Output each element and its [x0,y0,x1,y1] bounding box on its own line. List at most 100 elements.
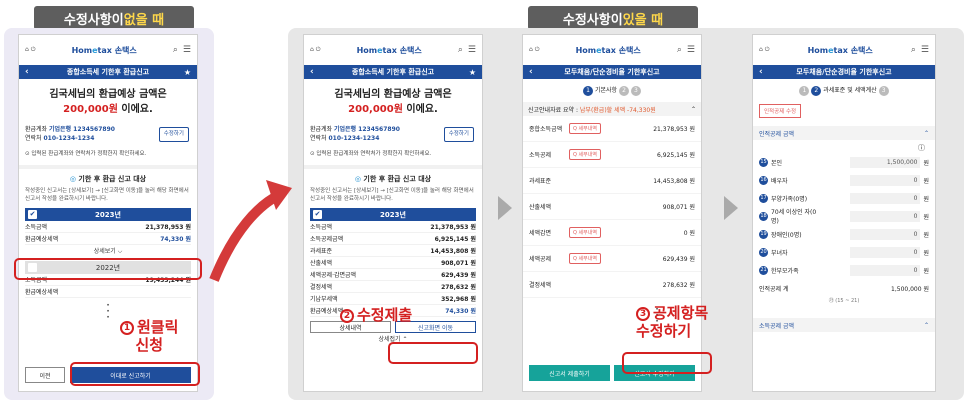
menu-icon[interactable]: ☰ [921,45,929,55]
chevron-up-icon[interactable]: ⌃ [924,322,929,329]
callout-edit-deductions: 3 공제항목 수정하기 [636,304,708,340]
checkbox-icon[interactable]: ✔ [313,210,322,219]
row-value: 6,925,145 원 [434,236,476,243]
row-value: 629,439 원 [662,256,695,263]
amount-field[interactable]: 0 [850,192,921,204]
phone-label: 연락처 [25,135,44,142]
amount-field[interactable]: 0 [850,246,921,258]
list-item: 18 70세 이상인 자(0명) 0 원 [753,207,935,225]
detail-tag[interactable]: Q 세부내역 [569,227,601,238]
home-logout[interactable]: ⌂ ⏻ [25,46,35,54]
callout-text: 원클릭 신청 [135,318,179,354]
red-arrow-icon [209,180,292,282]
submit-return-button[interactable]: 신고서 제출하기 [529,365,610,381]
hometax-logo[interactable]: Hometax 손택스 [576,45,641,56]
highlight-move-button [388,342,478,364]
detail-toggle[interactable]: 상세보기 ⌵ [19,245,197,259]
amount-field[interactable]: 1,500,000 [850,156,921,168]
back-icon[interactable]: ‹ [529,67,533,77]
row-label: 환급예상세액 [25,289,59,296]
year-2023-header[interactable]: ✔ 2023년 [25,208,191,221]
section-label: 소득공제 금액 [759,322,795,330]
list-item: 세액공제 Q 세부내역 629,439 원 [523,246,701,272]
list-item: 과세표준 14,453,808 원 [523,168,701,194]
step-dot: 1 [799,86,810,96]
amount-field[interactable]: 0 [850,264,921,276]
nav-bar: ‹ 종합소득세 기한후 환급신고 ★ [304,65,482,79]
amount-field[interactable]: 0 [850,174,921,186]
back-icon[interactable]: ‹ [759,67,763,77]
year-2023-header[interactable]: ✔ 2023년 [310,208,476,221]
list-item: 산출세액 908,071 원 [523,194,701,220]
hometax-logo[interactable]: Hometax 손택스 [72,45,137,56]
list-item: 세액감면 Q 세부내역 0 원 [523,220,701,246]
unit-label: 원 [923,177,929,185]
list-item: 20 부녀자 0 원 [753,243,935,261]
top-bar: ⌂ ⏻ Hometax 손택스 ⌕ ☰ [304,35,482,65]
star-icon[interactable]: ★ [469,68,476,77]
section-personal-deduction[interactable]: 인적공제 금액 ⌃ [753,126,935,140]
row-label: 소득금액 [25,224,48,231]
summary-bar[interactable]: 신고안내자료 요약 : 납부(환급)할 세액 -74,330원 ⌃ [523,102,701,116]
star-icon[interactable]: ★ [184,68,191,77]
section-income-deduction[interactable]: 소득공제 금액 ⌃ [753,318,935,332]
home-logout[interactable]: ⌂ ⏻ [310,46,320,54]
help-icon[interactable]: ⓘ [753,140,935,153]
detail-tag[interactable]: Q 세부내역 [569,253,601,264]
edit-button[interactable]: 수정하기 [158,127,189,142]
row-label: 장애인(0명) [771,231,802,239]
row-value: 278,632 원 [441,284,476,291]
row-value: 629,439 원 [441,272,476,279]
checkbox-icon[interactable]: ✔ [28,210,37,219]
menu-icon[interactable]: ☰ [183,45,191,55]
personal-deduction-edit-tag[interactable]: 인적공제 수정 [759,104,802,118]
nav-bar: ‹ 모두채움/단순경비율 기한후신고 [523,65,701,79]
row-value: 6,925,145 원 [657,152,695,159]
search-icon[interactable]: ⌕ [458,45,463,55]
search-icon[interactable]: ⌕ [677,45,682,55]
home-logout[interactable]: ⌂ ⏻ [529,46,539,54]
banner-highlight: 있을 때 [622,12,664,28]
row-label: 한부모가족 [771,267,799,275]
chevron-up-icon[interactable]: ⌃ [691,106,696,113]
home-logout[interactable]: ⌂ ⏻ [759,46,769,54]
edit-button[interactable]: 수정하기 [443,127,474,142]
banner-no-changes: 수정사항이 없을 때 [34,6,194,30]
table-row: 환급예상세액 74,330 원 [25,233,191,245]
hometax-logo[interactable]: Hometax 손택스 [808,45,873,56]
search-icon[interactable]: ⌕ [911,45,916,55]
item-number: 15 [759,157,768,167]
banner-highlight: 없을 때 [123,12,165,28]
detail-tag[interactable]: Q 세부내역 [569,123,601,134]
refund-amount: 200,000원 [63,104,118,115]
amount-field[interactable]: 0 [850,210,921,222]
step-arrow-icon [724,196,738,220]
nav-bar: ‹ 모두채움/단순경비율 기한후신고 [753,65,935,79]
total-row: 인적공제 계 1,500,000 원 [753,279,935,297]
detail-tag[interactable]: Q 세부내역 [569,149,601,160]
menu-icon[interactable]: ☰ [687,45,695,55]
row-label: 배우자 [771,177,788,185]
nav-bar: ‹ 종합소득세 기한후 환급신고 ★ [19,65,197,79]
top-bar: ⌂ ⏻ Hometax 손택스 ⌕ ☰ [753,35,935,65]
search-icon[interactable]: ⌕ [173,45,178,55]
account-note: ⊙ 입력된 환급계좌와 연락처가 정확한지 확인하세요. [25,151,147,157]
summary-value: 납부(환급)할 세액 -74,330원 [579,106,656,114]
unit-label: 원 [923,195,929,203]
chevron-up-icon[interactable]: ⌃ [924,130,929,137]
row-label: 70세 이상인 자(0명) [771,209,817,225]
row-label: 결정세액 [529,282,552,289]
back-icon[interactable]: ‹ [25,67,29,77]
menu-icon[interactable]: ☰ [468,45,476,55]
hometax-logo[interactable]: Hometax 손택스 [357,45,422,56]
refund-greeting: 김국세님의 환급예상 금액은 200,000원 이에요. [19,87,197,117]
highlight-submit-button [70,362,200,386]
item-number: 21 [759,265,768,275]
refund-amount: 200,000원 [348,104,403,115]
section-desc: 작성중인 신고서는 [상세보기] → [신고화면 이동]을 눌러 해당 화면에서… [310,188,474,202]
year-label: 2023년 [95,210,121,219]
prev-button[interactable]: 이전 [25,367,65,383]
amount-field[interactable]: 0 [850,228,921,240]
back-icon[interactable]: ‹ [310,67,314,77]
section-title: ◎ 기한 후 환급 신고 대상 [354,175,432,183]
